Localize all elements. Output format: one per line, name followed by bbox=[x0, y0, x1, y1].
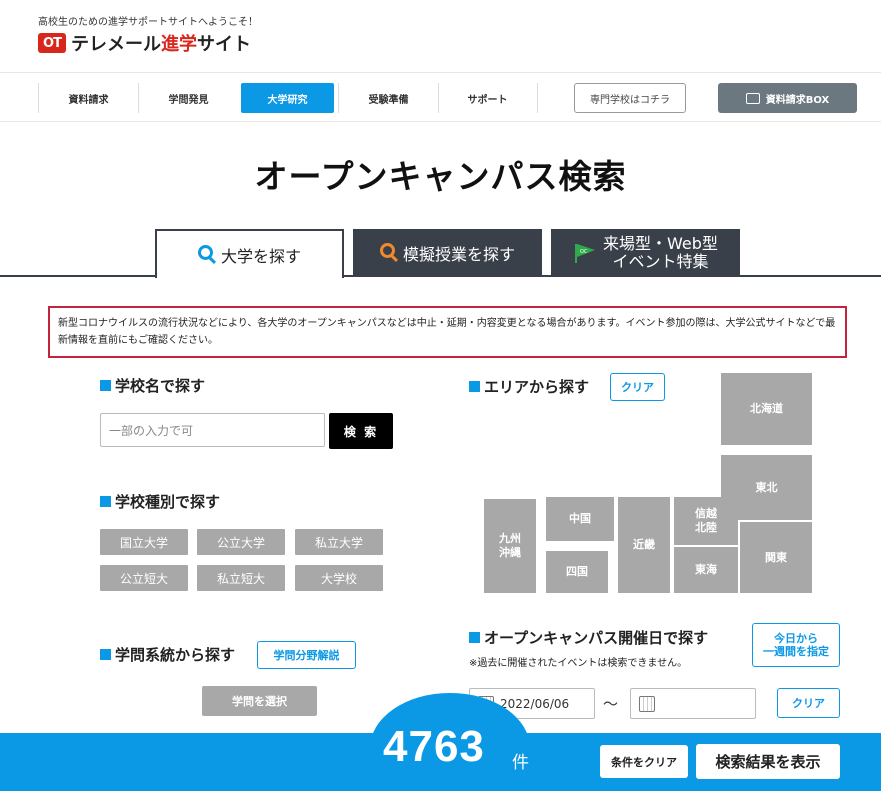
request-box-label: 資料請求BOX bbox=[765, 94, 830, 106]
name-search-title: 学校名で探す bbox=[100, 375, 205, 396]
request-box-button[interactable]: 資料請求BOX bbox=[718, 83, 857, 113]
school-type-title-text: 学校種別で探す bbox=[115, 493, 221, 511]
result-count-unit: 件 bbox=[512, 753, 529, 773]
area-clear-button[interactable]: クリア bbox=[610, 373, 665, 401]
this-week-line2: 一週間を指定 bbox=[763, 645, 829, 658]
show-results-button[interactable]: 検索結果を表示 bbox=[696, 744, 840, 779]
section-marker-icon bbox=[100, 380, 111, 391]
school-type-title: 学校種別で探す bbox=[100, 491, 220, 512]
page-title: オープンキャンパス検索 bbox=[254, 157, 627, 196]
logo-mark: OT bbox=[38, 33, 66, 53]
region-kyushu-okinawa[interactable]: 九州 沖縄 bbox=[484, 499, 536, 593]
nav-item-gakumon[interactable]: 学問発見 bbox=[139, 83, 238, 113]
type-koritsu-daigaku[interactable]: 公立大学 bbox=[197, 529, 285, 555]
select-field-button[interactable]: 学問を選択 bbox=[202, 686, 317, 716]
region-shikoku[interactable]: 四国 bbox=[546, 551, 608, 593]
logo-text-site: サイト bbox=[197, 34, 251, 55]
date-title-text: オープンキャンパス開催日で探す bbox=[484, 629, 709, 647]
result-count: 4763 bbox=[383, 722, 485, 771]
box-icon bbox=[745, 92, 760, 104]
date-separator: 〜 bbox=[603, 695, 619, 713]
logo-text: テレメール進学サイト bbox=[71, 30, 251, 56]
nav-divider bbox=[537, 83, 538, 113]
search-icon bbox=[197, 245, 213, 260]
region-kyushu-line2: 沖縄 bbox=[499, 546, 521, 559]
type-daigakko[interactable]: 大学校 bbox=[295, 565, 383, 591]
covid-notice: 新型コロナウイルスの流行状況などにより、各大学のオープンキャンパスなどは中止・延… bbox=[48, 306, 847, 358]
region-shinetsu-hokuriku[interactable]: 信越 北陸 bbox=[674, 497, 738, 545]
date-title: オープンキャンパス開催日で探す bbox=[469, 627, 708, 648]
nav-item-support[interactable]: サポート bbox=[439, 83, 536, 113]
field-explain-button[interactable]: 学問分野解説 bbox=[257, 641, 356, 669]
section-marker-icon bbox=[469, 381, 480, 392]
logo-text-shingaku: 進学 bbox=[161, 34, 197, 55]
flag-icon: OC bbox=[575, 243, 596, 263]
area-title-text: エリアから探す bbox=[484, 378, 590, 396]
region-chugoku[interactable]: 中国 bbox=[546, 497, 614, 541]
type-shiritsu-daigaku[interactable]: 私立大学 bbox=[295, 529, 383, 555]
school-name-input[interactable]: 一部の入力で可 bbox=[100, 413, 325, 447]
tab-univ-label: 大学を探す bbox=[220, 246, 301, 266]
region-hokkaido[interactable]: 北海道 bbox=[721, 373, 812, 445]
type-koritsu-tandai[interactable]: 公立短大 bbox=[100, 565, 188, 591]
date-clear-button[interactable]: クリア bbox=[777, 688, 840, 718]
date-to-input[interactable] bbox=[630, 688, 756, 719]
area-title: エリアから探す bbox=[469, 376, 589, 397]
clear-conditions-button[interactable]: 条件をクリア bbox=[600, 745, 688, 778]
tab-mogi-label: 模擬授業を探す bbox=[402, 244, 515, 264]
section-marker-icon bbox=[100, 649, 111, 660]
calendar-icon bbox=[639, 695, 655, 712]
field-title-text: 学問系統から探す bbox=[115, 646, 236, 664]
nav-item-shiryo[interactable]: 資料請求 bbox=[39, 83, 138, 113]
name-search-title-text: 学校名で探す bbox=[115, 377, 206, 395]
nav-item-daigaku[interactable]: 大学研究 bbox=[241, 83, 334, 113]
tab-univ[interactable]: 大学を探す bbox=[155, 229, 344, 278]
region-kyushu-line1: 九州 bbox=[499, 532, 521, 545]
senmon-link-button[interactable]: 専門学校はコチラ bbox=[574, 83, 686, 113]
region-kanto[interactable]: 関東 bbox=[740, 522, 812, 593]
type-kokuritsu-daigaku[interactable]: 国立大学 bbox=[100, 529, 188, 555]
search-icon bbox=[379, 243, 395, 258]
date-note: ※過去に開催されたイベントは検索できません。 bbox=[469, 658, 688, 669]
region-kinki[interactable]: 近畿 bbox=[618, 497, 670, 593]
tab-event-text: 来場型・Web型 イベント特集 bbox=[603, 233, 718, 271]
tab-event-line1: 来場型・Web型 bbox=[603, 233, 718, 253]
tab-event-line2: イベント特集 bbox=[612, 251, 709, 271]
tab-event[interactable]: OC 来場型・Web型 イベント特集 bbox=[551, 229, 740, 276]
region-tokai[interactable]: 東海 bbox=[674, 547, 738, 593]
flag-badge-text: OC bbox=[580, 249, 588, 255]
tagline: 高校生のための進学サポートサイトへようこそ！ bbox=[38, 17, 258, 28]
region-shinetsu-line2: 北陸 bbox=[695, 521, 717, 534]
field-title: 学問系統から探す bbox=[100, 644, 235, 665]
section-marker-icon bbox=[469, 632, 480, 643]
search-button[interactable]: 検 索 bbox=[329, 413, 393, 449]
date-from-value: 2022/06/06 bbox=[500, 696, 570, 711]
global-nav: 資料請求 学問発見 大学研究 受験準備 サポート 専門学校はコチラ 資料請求BO… bbox=[0, 72, 881, 122]
region-shinetsu-line1: 信越 bbox=[695, 507, 717, 520]
this-week-line1: 今日から bbox=[774, 632, 818, 645]
site-logo[interactable]: OT テレメール進学サイト bbox=[38, 30, 251, 56]
type-shiritsu-tandai[interactable]: 私立短大 bbox=[197, 565, 285, 591]
section-marker-icon bbox=[100, 496, 111, 507]
page: 高校生のための進学サポートサイトへようこそ！ OT テレメール進学サイト 資料請… bbox=[0, 0, 881, 791]
nav-item-juken[interactable]: 受験準備 bbox=[339, 83, 438, 113]
this-week-button[interactable]: 今日から 一週間を指定 bbox=[752, 623, 840, 667]
logo-text-telemail: テレメール bbox=[71, 34, 161, 55]
tab-mogi[interactable]: 模擬授業を探す bbox=[353, 229, 542, 276]
